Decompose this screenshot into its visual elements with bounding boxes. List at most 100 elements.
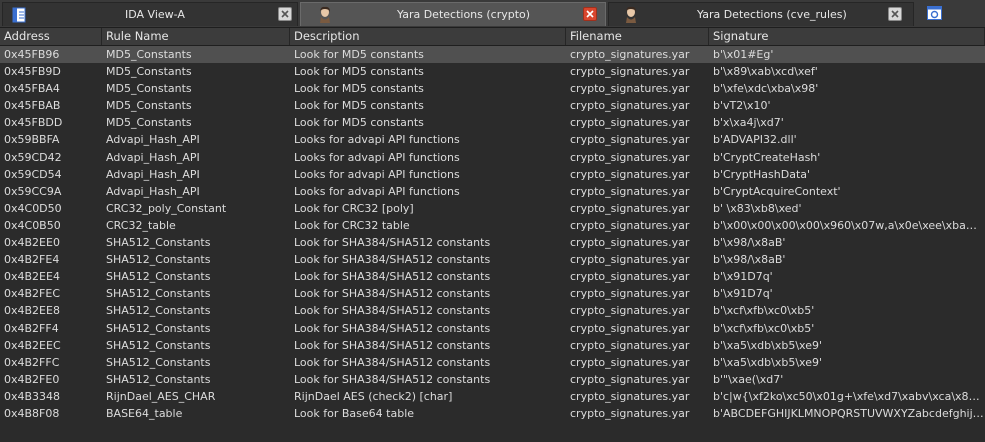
- column-header-filename[interactable]: Filename: [566, 28, 709, 45]
- table-row[interactable]: 0x4C0B50 CRC32_table Look for CRC32 table c…: [0, 217, 985, 234]
- filename-cell: crypto_signatures.yar: [570, 116, 690, 130]
- address-cell: 0x45FBAB: [4, 99, 61, 113]
- tab-bar: IDA View-A Yara Detections (crypto) Yara…: [0, 0, 985, 28]
- rule-name-cell: SHA512_Constants: [106, 338, 211, 352]
- table-row[interactable]: 0x59CD54 Advapi_Hash_API Looks for advapi …: [0, 166, 985, 183]
- rule-name-cell: Advapi_Hash_API: [106, 184, 200, 198]
- tab-label: IDA View-A: [125, 8, 185, 21]
- signature-cell: b'\x91D7q': [713, 270, 773, 284]
- signature-cell: b'CryptAcquireContext': [713, 184, 841, 198]
- table-row[interactable]: 0x4B2EE8 SHA512_Constants Look for SHA384/…: [0, 302, 985, 319]
- address-cell: 0x4B2EE8: [4, 304, 60, 318]
- description-cell: Look for SHA384/SHA512 constants: [294, 236, 491, 250]
- face-icon: [320, 6, 330, 23]
- filename-cell: crypto_signatures.yar: [570, 355, 690, 369]
- table-row[interactable]: 0x4B2EE0 SHA512_Constants Look for SHA384/…: [0, 234, 985, 251]
- description-cell: Look for SHA384/SHA512 constants: [294, 355, 491, 369]
- description-cell: Look for CRC32 [poly]: [294, 201, 414, 215]
- filename-cell: crypto_signatures.yar: [570, 150, 690, 164]
- restore-window-icon[interactable]: [927, 6, 942, 20]
- signature-cell: b'c|w{\xf2ko\xc50\x01g+\xfe\xd7\xabv\xca…: [713, 389, 985, 403]
- table-row[interactable]: 0x59BBFA Advapi_Hash_API Looks for advapi …: [0, 131, 985, 148]
- address-cell: 0x4B2FEC: [4, 287, 61, 301]
- signature-cell: b'\x01#Eg': [713, 48, 774, 61]
- description-cell: Look for MD5 constants: [294, 82, 424, 96]
- filename-cell: crypto_signatures.yar: [570, 372, 690, 386]
- rule-name-cell: MD5_Constants: [106, 65, 192, 79]
- table-row[interactable]: 0x4B2FEC SHA512_Constants Look for SHA384/…: [0, 285, 985, 302]
- description-cell: Look for Base64 table: [294, 406, 415, 420]
- table-row[interactable]: 0x4B2FFC SHA512_Constants Look for SHA384/…: [0, 354, 985, 371]
- filename-cell: crypto_signatures.yar: [570, 184, 690, 198]
- table-row[interactable]: 0x45FB96 MD5_Constants Look for MD5 consta…: [0, 46, 985, 64]
- rule-name-cell: SHA512_Constants: [106, 270, 211, 284]
- tab-yara-crypto[interactable]: Yara Detections (crypto): [300, 2, 606, 26]
- rule-name-cell: SHA512_Constants: [106, 355, 211, 369]
- table-row[interactable]: 0x4B2FE4 SHA512_Constants Look for SHA384/…: [0, 251, 985, 268]
- address-cell: 0x4B2FE4: [4, 253, 60, 267]
- rule-name-cell: SHA512_Constants: [106, 253, 211, 267]
- rule-name-cell: SHA512_Constants: [106, 321, 211, 335]
- description-cell: Look for SHA384/SHA512 constants: [294, 338, 491, 352]
- column-header-rule-name[interactable]: Rule Name: [102, 28, 290, 45]
- table-row[interactable]: 0x45FBDD MD5_Constants Look for MD5 consta…: [0, 114, 985, 131]
- description-cell: Looks for advapi API functions: [294, 167, 460, 181]
- address-cell: 0x4C0D50: [4, 201, 62, 215]
- table-row[interactable]: 0x4B2EE4 SHA512_Constants Look for SHA384/…: [0, 268, 985, 285]
- table-row[interactable]: 0x59CD42 Advapi_Hash_API Looks for advapi …: [0, 149, 985, 166]
- table-row[interactable]: 0x4B8F08 BASE64_table Look for Base64 tabl…: [0, 405, 985, 422]
- address-cell: 0x45FB96: [4, 48, 60, 61]
- tab-yara-cve-rules[interactable]: Yara Detections (cve_rules): [608, 2, 914, 26]
- signature-cell: b'x\xa4j\xd7': [713, 116, 784, 130]
- column-header-address[interactable]: Address: [0, 28, 102, 45]
- filename-cell: crypto_signatures.yar: [570, 65, 690, 79]
- table-header: Address Rule Name Description Filename S…: [0, 28, 985, 46]
- ida-window: IDA View-A Yara Detections (crypto) Yara…: [0, 0, 985, 442]
- address-cell: 0x4B8F08: [4, 406, 60, 420]
- table-row[interactable]: 0x45FBAB MD5_Constants Look for MD5 consta…: [0, 97, 985, 114]
- rule-name-cell: SHA512_Constants: [106, 372, 211, 386]
- table-row[interactable]: 0x4B2FE0 SHA512_Constants Look for SHA384/…: [0, 371, 985, 388]
- table-row[interactable]: 0x45FB9D MD5_Constants Look for MD5 consta…: [0, 63, 985, 80]
- address-cell: 0x59CD54: [4, 167, 62, 181]
- description-cell: RijnDael AES (check2) [char]: [294, 389, 453, 403]
- address-cell: 0x4B3348: [4, 389, 61, 403]
- table-row[interactable]: 0x4B2EEC SHA512_Constants Look for SHA384/…: [0, 337, 985, 354]
- filename-cell: crypto_signatures.yar: [570, 287, 690, 301]
- close-icon[interactable]: [888, 7, 902, 21]
- tab-label: Yara Detections (crypto): [397, 8, 531, 21]
- address-cell: 0x4B2FF4: [4, 321, 59, 335]
- rule-name-cell: MD5_Constants: [106, 82, 192, 96]
- filename-cell: crypto_signatures.yar: [570, 167, 690, 181]
- description-cell: Looks for advapi API functions: [294, 150, 460, 164]
- table-row[interactable]: 0x4C0D50 CRC32_poly_Constant Look for CRC3…: [0, 200, 985, 217]
- address-cell: 0x59CD42: [4, 150, 62, 164]
- close-icon[interactable]: [278, 7, 292, 21]
- column-header-signature[interactable]: Signature: [709, 28, 985, 45]
- table-row[interactable]: 0x4B2FF4 SHA512_Constants Look for SHA384/…: [0, 320, 985, 337]
- description-cell: Look for MD5 constants: [294, 99, 424, 113]
- document-icon: [12, 7, 26, 23]
- signature-cell: b'\xa5\xdb\xb5\xe9': [713, 355, 823, 369]
- signature-cell: b'"\xae(\xd7': [713, 372, 784, 386]
- rule-name-cell: CRC32_table: [106, 218, 176, 232]
- address-cell: 0x45FB9D: [4, 65, 61, 79]
- table-body: 0x45FB96 MD5_Constants Look for MD5 consta…: [0, 46, 985, 422]
- filename-cell: crypto_signatures.yar: [570, 406, 690, 420]
- signature-cell: b'ADVAPI32.dll': [713, 133, 797, 147]
- tab-ida-view-a[interactable]: IDA View-A: [2, 2, 298, 26]
- rule-name-cell: MD5_Constants: [106, 116, 192, 130]
- close-icon[interactable]: [583, 7, 597, 21]
- filename-cell: crypto_signatures.yar: [570, 236, 690, 250]
- table-row[interactable]: 0x45FBA4 MD5_Constants Look for MD5 consta…: [0, 80, 985, 97]
- signature-cell: b'\x98/\x8aB': [713, 253, 786, 267]
- signature-cell: b' \x83\xb8\xed': [713, 201, 802, 215]
- description-cell: Looks for advapi API functions: [294, 184, 460, 198]
- description-cell: Look for SHA384/SHA512 constants: [294, 304, 491, 318]
- table-row[interactable]: 0x4B3348 RijnDael_AES_CHAR RijnDael AES (c…: [0, 388, 985, 405]
- column-header-description[interactable]: Description: [290, 28, 566, 45]
- description-cell: Look for CRC32 table: [294, 218, 410, 232]
- description-cell: Looks for advapi API functions: [294, 133, 460, 147]
- address-cell: 0x59CC9A: [4, 184, 62, 198]
- table-row[interactable]: 0x59CC9A Advapi_Hash_API Looks for advapi …: [0, 183, 985, 200]
